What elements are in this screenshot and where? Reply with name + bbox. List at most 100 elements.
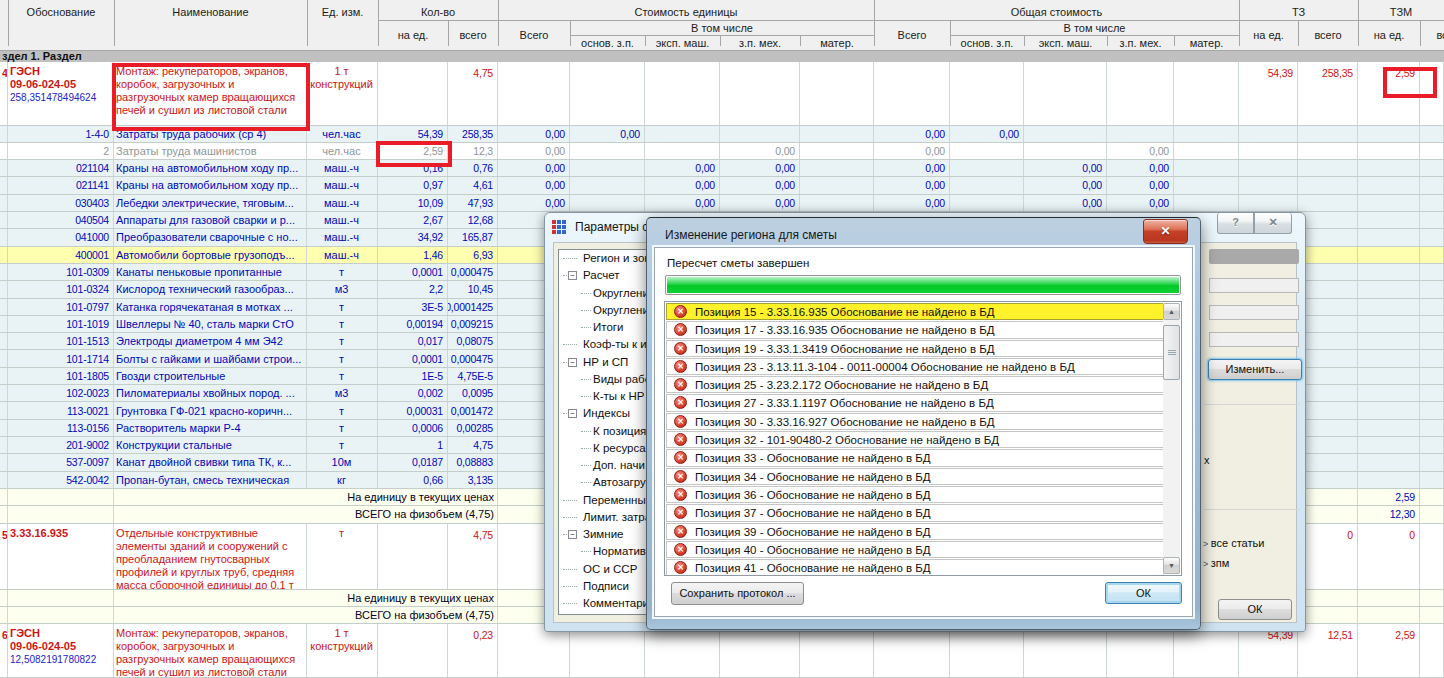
cell[interactable]: 4,75E-5	[448, 368, 498, 384]
cell[interactable]	[800, 160, 874, 176]
cell[interactable]	[1239, 143, 1298, 159]
row-name[interactable]: Кислород технический газообраз...	[114, 281, 307, 297]
cell[interactable]	[800, 143, 874, 159]
cell[interactable]: 0,000475	[448, 350, 498, 366]
scroll-thumb[interactable]	[1163, 325, 1180, 380]
cell[interactable]	[800, 126, 874, 142]
cell[interactable]: 0,001472	[448, 402, 498, 418]
params-option-all[interactable]: > все статьи	[1203, 537, 1264, 549]
cell[interactable]	[1298, 316, 1358, 332]
cell[interactable]: 0,00	[874, 126, 950, 142]
cell[interactable]: 0,000475	[448, 264, 498, 280]
cell[interactable]	[1420, 590, 1444, 606]
cell[interactable]	[0, 126, 8, 142]
cell[interactable]	[1174, 195, 1239, 211]
cell[interactable]: 10,45	[448, 281, 498, 297]
row-unit[interactable]: чел.час	[307, 143, 378, 159]
cell[interactable]	[1420, 368, 1444, 384]
tree-expand-icon[interactable]: −	[568, 358, 577, 367]
row-name[interactable]: Катанка горячекатаная в мотках ...	[114, 299, 307, 315]
cell[interactable]: 258,35	[448, 126, 498, 142]
list-item[interactable]: ✕Позиция 37 - Обоснование не найдено в Б…	[666, 504, 1164, 521]
cell[interactable]	[1358, 420, 1420, 436]
cell[interactable]: 165,87	[448, 229, 498, 245]
row-name[interactable]: Отдельные конструктивные элементы зданий…	[114, 524, 307, 589]
cell[interactable]	[950, 62, 1024, 125]
cell[interactable]	[645, 126, 720, 142]
cell[interactable]	[1239, 177, 1298, 193]
col-uc-machine[interactable]: эксп. маш.	[645, 37, 720, 49]
cell[interactable]	[1420, 143, 1444, 159]
cell[interactable]	[720, 126, 800, 142]
cell[interactable]: 0,76	[448, 160, 498, 176]
message-list[interactable]: ✕Позиция 15 - 3.33.16.935 Обоснование не…	[664, 301, 1182, 576]
cell[interactable]	[1298, 195, 1358, 211]
cell[interactable]: 54,39	[1239, 62, 1298, 125]
cell[interactable]: 0,00	[1107, 177, 1174, 193]
cell[interactable]: 5	[0, 524, 8, 589]
cell[interactable]: 0	[1358, 524, 1420, 589]
cell[interactable]: 3,135	[448, 472, 498, 488]
row-code[interactable]: 101-0797	[8, 299, 114, 315]
help-button[interactable]: ?	[1217, 213, 1254, 234]
cell[interactable]: 47,93	[448, 195, 498, 211]
cell[interactable]	[570, 160, 645, 176]
region-close-button[interactable]: ✕	[1143, 219, 1188, 244]
cell[interactable]: 0	[1298, 524, 1358, 589]
cell[interactable]	[0, 299, 8, 315]
row-name[interactable]: Грунтовка ГФ-021 красно-коричн...	[114, 402, 307, 418]
cell[interactable]	[378, 524, 448, 589]
cell[interactable]	[1420, 506, 1444, 522]
cell[interactable]	[1239, 195, 1298, 211]
col-tz-total[interactable]: всего	[1298, 29, 1358, 41]
cell[interactable]	[1174, 143, 1239, 159]
cell[interactable]	[1358, 299, 1420, 315]
row-code[interactable]: 113-0156	[8, 420, 114, 436]
cell[interactable]	[1298, 350, 1358, 366]
cell[interactable]	[8, 590, 114, 606]
cell[interactable]	[1420, 212, 1444, 228]
row-name[interactable]: Электроды диаметром 4 мм Э42	[114, 333, 307, 349]
cell[interactable]: 0,00	[874, 195, 950, 211]
cell[interactable]	[570, 62, 645, 125]
cell[interactable]	[0, 195, 8, 211]
scroll-down-button[interactable]: ▼	[1163, 557, 1180, 574]
cell[interactable]	[0, 229, 8, 245]
cell[interactable]: 0,97	[378, 177, 448, 193]
cell[interactable]	[800, 195, 874, 211]
cell[interactable]	[1298, 212, 1358, 228]
row-unit[interactable]: м3	[307, 385, 378, 401]
cell[interactable]	[1420, 489, 1444, 505]
cell[interactable]	[645, 62, 720, 125]
list-item[interactable]: ✕Позиция 32 - 101-90480-2 Обоснование не…	[666, 431, 1164, 448]
cell[interactable]	[1298, 402, 1358, 418]
cell[interactable]	[1174, 62, 1239, 125]
cell[interactable]	[874, 62, 950, 125]
row-code[interactable]: 101-1513	[8, 333, 114, 349]
cell[interactable]	[1420, 454, 1444, 470]
row-unit[interactable]: маш.-ч	[307, 177, 378, 193]
cell[interactable]	[1358, 143, 1420, 159]
cell[interactable]: 0,00	[1024, 160, 1107, 176]
row-code[interactable]: 400001	[8, 247, 114, 263]
cell[interactable]	[0, 590, 8, 606]
cell[interactable]: 10,09	[378, 195, 448, 211]
cell[interactable]	[1420, 299, 1444, 315]
col-qty-per-unit[interactable]: на ед.	[378, 29, 448, 41]
cell[interactable]: 0,002	[378, 385, 448, 401]
col-tz-per-unit[interactable]: на ед.	[1239, 29, 1298, 41]
row-code[interactable]: 101-0324	[8, 281, 114, 297]
cell[interactable]	[1298, 489, 1358, 505]
col-name[interactable]: Наименование	[114, 6, 307, 18]
cell[interactable]: 0,0001	[378, 350, 448, 366]
cell[interactable]: 0,00	[720, 195, 800, 211]
cell[interactable]	[0, 402, 8, 418]
cell[interactable]: 0,0187	[378, 454, 448, 470]
section-row[interactable]: здел 1. Раздел	[0, 51, 1444, 62]
row-code[interactable]: 1-4-0	[8, 126, 114, 142]
cell[interactable]	[1420, 229, 1444, 245]
params-field-1[interactable]	[1209, 278, 1299, 293]
row-code[interactable]: 2	[8, 143, 114, 159]
row-name[interactable]: Конструкции стальные	[114, 437, 307, 453]
cell[interactable]	[1420, 126, 1444, 142]
